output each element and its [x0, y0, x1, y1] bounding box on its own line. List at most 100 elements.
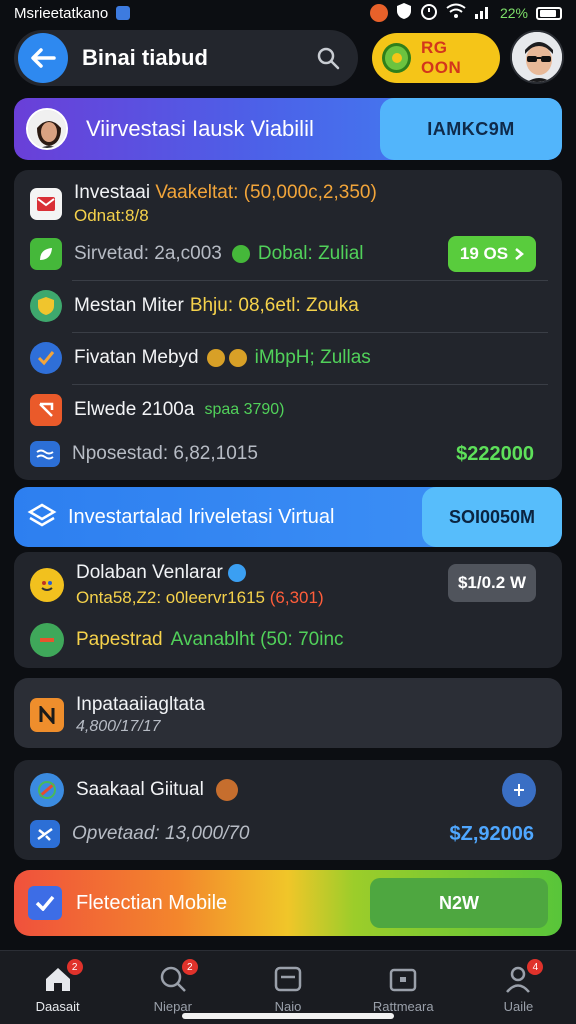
swap-button[interactable]: $1/0.2 W [448, 564, 536, 602]
list-item[interactable]: Investaai Vaakeltat: (50,000c,2,350) Odn… [30, 182, 548, 226]
list-item[interactable]: Saakaal Giitual [30, 772, 548, 808]
chevron-right-icon [515, 248, 525, 260]
search-icon [317, 47, 340, 70]
search-bar[interactable]: Binai tiabud [14, 30, 358, 86]
item-sub: Odnat:8/8 [74, 206, 149, 225]
shield-icon [396, 2, 412, 24]
nav-label: Niepar [153, 999, 192, 1014]
banner-action[interactable]: IAMKC9M [380, 98, 562, 160]
investment-card: Investaai Vaakeltat: (50,000c,2,350) Odn… [14, 170, 562, 480]
coin-icon [206, 349, 225, 367]
now-button[interactable]: N2W [370, 878, 548, 928]
alarm-icon [420, 2, 438, 24]
item-title: Investaai [74, 182, 151, 203]
nav-badge: 2 [66, 959, 83, 975]
globe-icon [231, 245, 250, 263]
list-item[interactable]: Sirvetad: 2a,c003 Dobal: Zulial 19 OS [30, 236, 548, 272]
back-button[interactable] [18, 33, 68, 83]
shield-icon [30, 290, 62, 322]
item-detail: Avanablht (50: 70inc [170, 629, 344, 650]
wifi-icon [446, 3, 466, 23]
globe-icon [30, 773, 64, 807]
checkbox-icon [28, 886, 62, 920]
page-title: Binai tiabud [82, 45, 208, 70]
emoji-icon [30, 568, 64, 602]
nav-badge: 2 [181, 959, 198, 975]
item-title: Saakaal Giitual [76, 779, 204, 800]
virtual-banner[interactable]: Investartalad Iriveletasi Virtual SOI005… [14, 487, 562, 547]
coin-balance-button[interactable]: RG OON [372, 33, 500, 83]
item-detail: iMbpH; Zullas [254, 347, 371, 368]
list-item[interactable]: Dolaban Venlarar Onta58,Z2: o0leervr1615… [30, 562, 548, 608]
nav-item-profile[interactable]: 4 Uaile [461, 951, 576, 1024]
nav-badge: 4 [527, 959, 544, 975]
investment-card: Saakaal Giitual Opvetaad: 13,000/70 $Z,9… [14, 760, 562, 860]
home-icon: 2 [41, 959, 83, 995]
banner-action[interactable]: SOI0050M [422, 487, 562, 547]
header: Binai tiabud RG OON [14, 30, 564, 86]
info-card[interactable]: Inpataaiiagltata 4,800/17/17 [14, 678, 562, 748]
coin-icon [228, 349, 247, 367]
promo-banner[interactable]: Viirvestasi Iausk Viabilil IAMKC9M [14, 98, 562, 160]
search-icon: 2 [156, 959, 198, 995]
item-sub: Onta58,Z2: o0leervr1615 [76, 588, 266, 607]
list-item[interactable]: Elwede 2100a spaa 3790) [30, 392, 548, 428]
nav-label: Naio [274, 999, 302, 1014]
list-item[interactable]: Nposestad: 6,82,1015 $222000 [30, 436, 548, 472]
item-detail: Bhju: 08,6etl: Zouka [189, 295, 359, 316]
item-sub-detail: (6,301) [269, 588, 324, 607]
go-button[interactable]: 19 OS [448, 236, 536, 272]
search-button[interactable] [312, 42, 344, 74]
home-indicator [182, 1013, 394, 1019]
plane-icon [30, 820, 60, 848]
list-item[interactable]: Fivatan Mebyd iMbpH; Zullas [30, 340, 548, 376]
verified-icon [228, 563, 247, 582]
mascot-icon [215, 779, 238, 801]
checkmark-icon [30, 342, 62, 374]
item-label: Papestrad [76, 629, 163, 650]
list-item[interactable]: Opvetaad: 13,000/70 $Z,92006 [30, 818, 548, 850]
divider [72, 280, 548, 281]
item-detail: Vaakeltat: (50,000c,2,350) [155, 182, 377, 203]
item-title: Inpataaiiagltata [76, 694, 205, 715]
divider [72, 384, 548, 385]
battery-icon [536, 6, 562, 20]
item-label: Opvetaad: 13,000/70 [72, 823, 250, 844]
coin-icon [382, 43, 412, 73]
nav-label: Uaile [503, 999, 534, 1014]
item-amount: $Z,92006 [449, 822, 534, 845]
go-button-label: 19 OS [459, 244, 509, 263]
profile-avatar[interactable] [510, 30, 564, 84]
item-label: Elwede 2100a [74, 399, 195, 420]
item-detail: spaa 3790) [204, 401, 285, 418]
briefcase-icon [386, 963, 420, 995]
banner-title: Investartalad Iriveletasi Virtual [68, 505, 335, 528]
item-label: Sirvetad: 2a,c003 [74, 243, 222, 264]
plus-icon [514, 784, 524, 796]
list-item[interactable]: Papestrad Avanablht (50: 70inc [30, 622, 548, 658]
app-notification-icon [369, 4, 388, 22]
coin-balance: RG OON [421, 38, 462, 77]
arrow-left-icon [31, 48, 56, 68]
item-label: Fivatan Mebyd [74, 347, 199, 368]
cube-icon [26, 501, 58, 533]
battery-percent: 22% [499, 5, 528, 21]
list-item: Inpataaiiagltata 4,800/17/17 [30, 694, 548, 736]
avatar-image [512, 32, 562, 82]
banner-title: Viirvestasi Iausk Viabilil [86, 116, 314, 141]
signal-icon [474, 3, 492, 23]
nav-label: Daasait [35, 999, 80, 1014]
notification-icon [116, 6, 131, 20]
add-button[interactable] [502, 773, 536, 807]
flag-icon [30, 394, 62, 426]
item-detail: Dobal: Zulial [257, 243, 364, 264]
cta-banner[interactable]: Fletectian Mobile N2W [14, 870, 562, 936]
cta-label: Fletectian Mobile [76, 891, 228, 914]
carrier-text: Msrieetatkano [14, 4, 109, 22]
item-label: Nposestad: 6,82,1015 [72, 443, 258, 464]
nav-item-home[interactable]: 2 Daasait [0, 951, 115, 1024]
list-item[interactable]: Mestan Miter Bhju: 08,6etl: Zouka [30, 288, 548, 324]
wave-icon [30, 441, 60, 467]
leaf-icon [30, 238, 62, 270]
person-icon: 4 [501, 959, 544, 995]
